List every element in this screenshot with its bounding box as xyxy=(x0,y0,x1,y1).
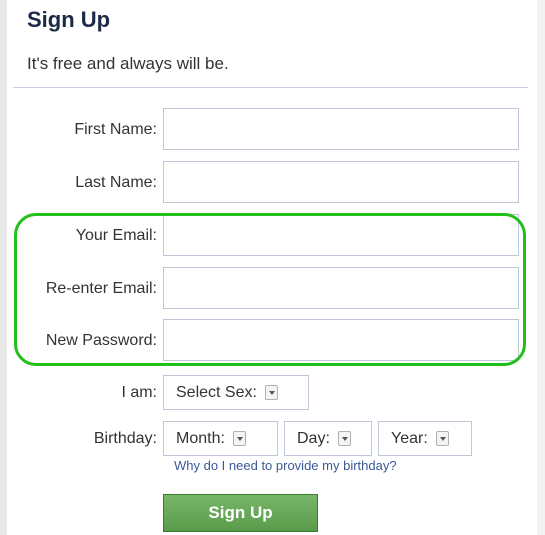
last-name-input[interactable] xyxy=(163,161,519,203)
birthday-day-value: Day: xyxy=(297,429,330,447)
birthday-year-select[interactable]: Year: xyxy=(378,421,472,456)
left-page-edge xyxy=(0,0,7,535)
birthday-help-link[interactable]: Why do I need to provide my birthday? xyxy=(174,458,397,473)
password-input[interactable] xyxy=(163,319,519,361)
last-name-label: Last Name: xyxy=(75,174,157,191)
chevron-down-icon xyxy=(435,431,449,446)
first-name-input[interactable] xyxy=(163,108,519,150)
chevron-down-icon xyxy=(337,431,351,446)
page-title: Sign Up xyxy=(27,7,111,32)
reenter-email-input[interactable] xyxy=(163,267,519,309)
right-page-edge xyxy=(537,0,545,535)
password-label: New Password: xyxy=(45,332,157,349)
chevron-down-icon xyxy=(232,431,246,446)
sex-label: I am: xyxy=(121,384,157,401)
first-name-label: First Name: xyxy=(74,121,157,138)
email-label: Your Email: xyxy=(75,227,157,244)
birthday-year-value: Year: xyxy=(391,429,428,447)
chevron-down-icon xyxy=(264,385,278,400)
reenter-email-label: Re-enter Email: xyxy=(45,280,157,297)
sign-up-button[interactable]: Sign Up xyxy=(163,494,318,532)
sex-select[interactable]: Select Sex: xyxy=(163,375,309,410)
sex-select-value: Select Sex: xyxy=(176,383,257,401)
page-subtitle: It's free and always will be. xyxy=(27,54,229,73)
birthday-label: Birthday: xyxy=(93,430,157,447)
email-input[interactable] xyxy=(163,214,519,256)
birthday-day-select[interactable]: Day: xyxy=(284,421,372,456)
birthday-month-value: Month: xyxy=(176,429,225,447)
header-divider xyxy=(13,87,528,88)
birthday-month-select[interactable]: Month: xyxy=(163,421,278,456)
